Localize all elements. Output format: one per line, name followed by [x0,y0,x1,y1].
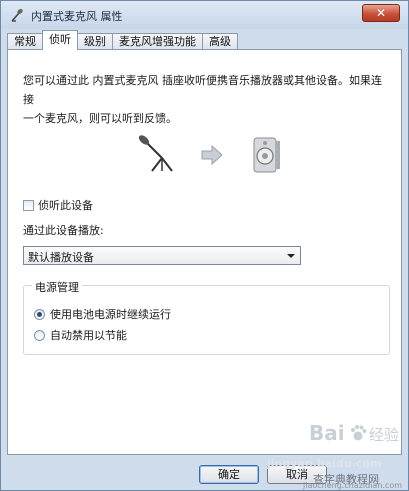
watermark: Bai 经验 jingyan.baidu.com 查字典教程网 jiaochen… [209,421,407,491]
arrow-right-icon [201,144,223,166]
radio-disable-label[interactable]: 自动禁用以节能 [50,327,127,343]
tab-enhancements[interactable]: 麦克风增强功能 [112,33,203,50]
paw-icon [351,425,367,441]
power-management-group: 电源管理 使用电池电源时继续运行 自动禁用以节能 [23,279,390,355]
radio-auto-disable[interactable] [34,329,45,341]
radio-continue-label[interactable]: 使用电池电源时继续运行 [50,306,171,322]
description-text: 您可以通过此 内置式麦克风 插座收听便携音乐播放器或其他设备。如果连接 一个麦克… [23,71,388,128]
listen-tab-panel: 您可以通过此 内置式麦克风 插座收听便携音乐播放器或其他设备。如果连接 一个麦克… [7,49,402,455]
chevron-down-icon [287,254,295,258]
properties-dialog: 内置式麦克风 属性 ✕ 常规 侦听 级别 麦克风增强功能 高级 您可以通过此 内… [0,0,409,491]
listen-checkbox[interactable] [23,199,34,211]
power-group-title: 电源管理 [32,279,82,295]
watermark-brand-tail: 经验 [369,426,400,444]
title-bar[interactable]: 内置式麦克风 属性 ✕ [1,1,408,29]
close-icon: ✕ [375,6,387,20]
description-line-2: 一个麦克风，则可以听到反馈。 [23,112,177,125]
tab-advanced[interactable]: 高级 [202,33,238,50]
listen-illustration [138,135,280,173]
description-line-1: 您可以通过此 内置式麦克风 插座收听便携音乐播放器或其他设备。如果连接 [23,74,382,106]
watermark-url: jingyan.baidu.com [267,457,382,470]
playback-device-value: 默认播放设备 [28,251,94,264]
radio-continue-on-battery[interactable] [34,308,45,320]
speaker-icon [253,137,280,173]
radio-row-continue[interactable]: 使用电池电源时继续运行 [34,307,171,321]
tab-strip: 常规 侦听 级别 麦克风增强功能 高级 [7,30,238,50]
microphone-icon [138,135,173,172]
tab-general[interactable]: 常规 [7,33,43,50]
playthrough-label: 通过此设备播放: [23,224,104,237]
watermark-site-url: jiaocheng.chazidian.com [303,481,403,490]
window-title: 内置式麦克风 属性 [31,10,123,23]
listen-checkbox-row[interactable]: 侦听此设备 [23,198,93,212]
radio-row-disable[interactable]: 自动禁用以节能 [34,328,127,342]
watermark-brand: Bai [309,421,345,445]
listen-checkbox-label[interactable]: 侦听此设备 [38,197,93,213]
tab-levels[interactable]: 级别 [77,33,113,50]
playback-device-select[interactable]: 默认播放设备 [23,246,301,265]
tab-listen[interactable]: 侦听 [42,30,78,50]
microphone-icon [11,8,23,22]
close-button[interactable]: ✕ [362,4,400,22]
